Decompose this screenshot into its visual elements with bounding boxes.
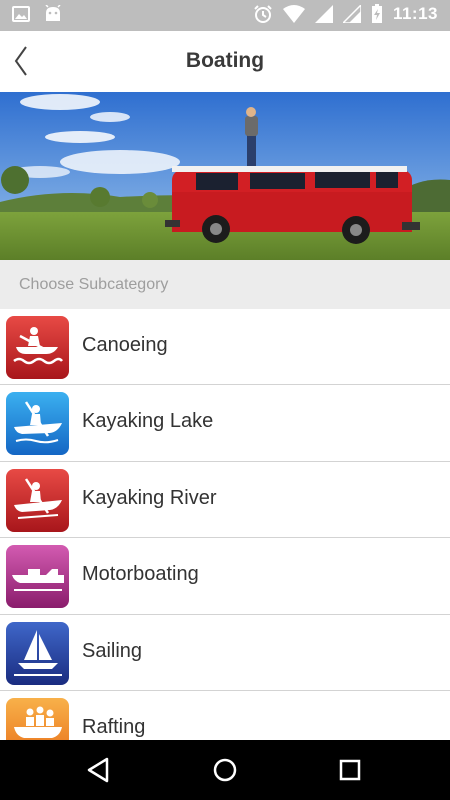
list-item-sailing[interactable]: Sailing — [0, 615, 450, 691]
app-bar: Boating — [0, 31, 450, 92]
canoe-icon — [6, 316, 69, 379]
list-item-label: Kayaking River — [82, 486, 217, 509]
hero-illustration — [0, 92, 450, 260]
motorboat-icon — [6, 545, 69, 609]
list-item-motorboating[interactable]: Motorboating — [0, 538, 450, 615]
page-title: Boating — [185, 49, 265, 72]
list-item-label: Sailing — [82, 639, 143, 662]
image-notification-icon — [12, 6, 30, 22]
list-item-kayaking-river[interactable]: Kayaking River — [0, 462, 450, 539]
nav-home-icon[interactable] — [209, 754, 241, 786]
sailboat-icon — [6, 621, 69, 685]
list-item-rafting[interactable]: Rafting — [0, 691, 450, 740]
list-item-kayaking-lake[interactable]: Kayaking Lake — [0, 385, 450, 462]
section-header: Choose Subcategory — [0, 260, 450, 309]
nav-back-icon[interactable] — [83, 754, 115, 786]
alarm-icon — [254, 5, 272, 23]
nav-recents-icon[interactable] — [334, 754, 366, 786]
subcategory-list: Canoeing Kayaking Lake Kayaking River Mo… — [0, 309, 450, 740]
list-item-label: Kayaking Lake — [82, 410, 214, 433]
list-item-canoeing[interactable]: Canoeing — [0, 309, 450, 386]
section-label: Choose Subcategory — [19, 276, 169, 293]
signal-icon — [314, 5, 333, 23]
kayak-river-icon — [6, 468, 69, 532]
battery-charging-icon — [371, 4, 382, 23]
list-item-label: Rafting — [82, 715, 146, 738]
signal-2-icon — [342, 5, 361, 23]
list-item-label: Canoeing — [82, 334, 168, 356]
hero-image — [0, 92, 450, 260]
navigation-bar — [0, 740, 450, 800]
clock: 11:13 — [392, 4, 438, 23]
wifi-icon — [282, 5, 305, 23]
list-item-label: Motorboating — [82, 563, 199, 586]
kayak-lake-icon — [6, 392, 69, 456]
status-bar: 11:13 — [0, 0, 450, 31]
raft-icon — [6, 697, 69, 740]
android-notification-icon — [45, 5, 61, 21]
